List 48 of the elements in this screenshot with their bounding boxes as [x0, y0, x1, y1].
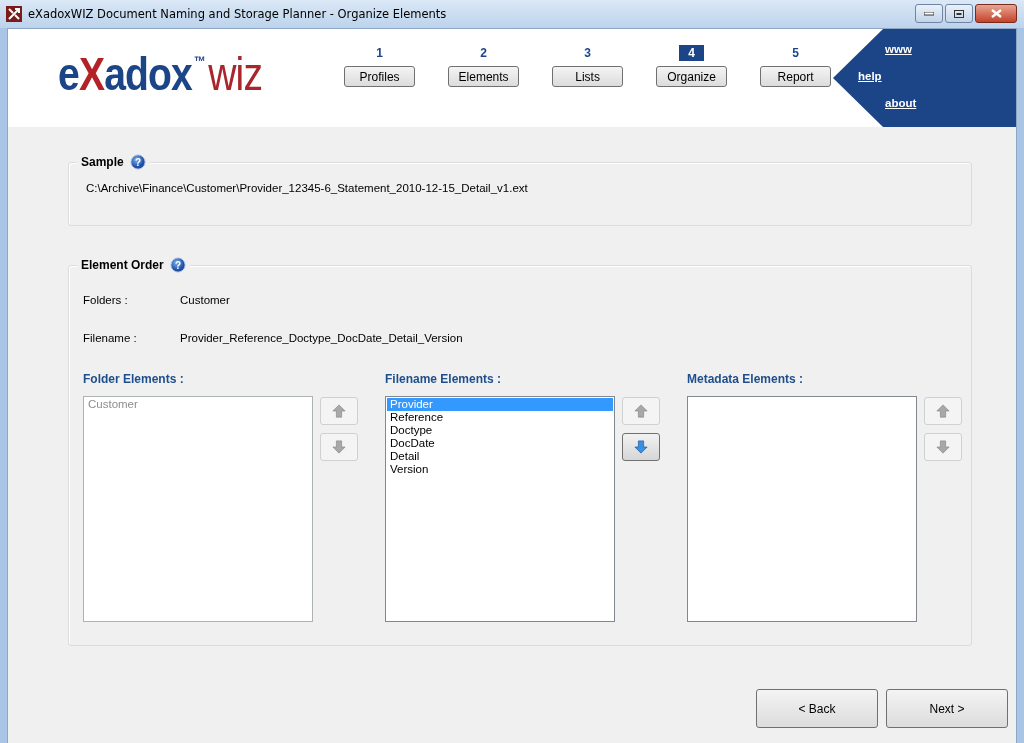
list-item[interactable]: DocDate [387, 437, 613, 450]
step-number: 5 [791, 45, 800, 61]
step-button[interactable]: Organize [656, 66, 728, 87]
list-item[interactable]: Reference [387, 411, 613, 424]
up-arrow-icon [634, 403, 648, 419]
up-arrow-icon [332, 403, 346, 419]
list-item[interactable]: Doctype [387, 424, 613, 437]
logo: eXadox$^{™}$wiz [58, 51, 263, 101]
step-button[interactable]: Elements [448, 66, 520, 87]
group-title: Element Order [81, 258, 164, 272]
app-icon [6, 6, 22, 22]
move-down-button[interactable] [622, 433, 660, 461]
field-value: Customer [180, 294, 230, 306]
close-icon [990, 9, 1002, 18]
nav-button[interactable]: < Back [756, 689, 878, 728]
list-box[interactable]: Provider Reference Doctype DocDate Detail Version [385, 396, 615, 622]
link[interactable]: about [885, 97, 917, 109]
group-title: Sample [81, 155, 124, 169]
down-arrow-icon [332, 439, 346, 455]
list-item[interactable]: Detail [387, 450, 613, 463]
close-button[interactable] [975, 4, 1017, 23]
window-title: eXadoxWIZ Document Naming and Storage Planner - Organize Elements [28, 7, 447, 21]
step-number: 1 [375, 45, 384, 61]
nav-button[interactable]: Next > [886, 689, 1008, 728]
list-item[interactable]: Version [387, 463, 613, 476]
step-button[interactable]: Lists [552, 66, 624, 87]
help-icon[interactable]: ? [129, 154, 146, 170]
list-title: Folder Elements : [83, 372, 184, 388]
up-arrow-icon [936, 403, 950, 419]
field-label: Filename : [83, 332, 137, 344]
link[interactable]: www [885, 43, 912, 55]
step-number: 2 [479, 45, 488, 61]
step-number: 4 [679, 45, 704, 61]
step-button[interactable]: Report [760, 66, 832, 87]
field-value: Provider_Reference_Doctype_DocDate_Detail_Version [180, 332, 463, 344]
maximize-button[interactable] [945, 4, 973, 23]
restore-icon [954, 9, 964, 18]
list-title: Metadata Elements : [687, 372, 804, 388]
step-button[interactable]: Profiles [344, 66, 416, 87]
help-icon[interactable]: ? [169, 257, 186, 273]
link[interactable]: help [858, 70, 882, 82]
minimize-icon [924, 11, 934, 16]
sample-path: C:\Archive\Finance\Customer\Provider_12345-6_Statement_2010-12-15_Detail_v1.ext [86, 182, 528, 194]
field-label: Folders : [83, 294, 128, 306]
down-arrow-icon [936, 439, 950, 455]
down-arrow-icon [634, 439, 648, 455]
step-number: 3 [583, 45, 592, 61]
list-title: Filename Elements : [385, 372, 502, 388]
